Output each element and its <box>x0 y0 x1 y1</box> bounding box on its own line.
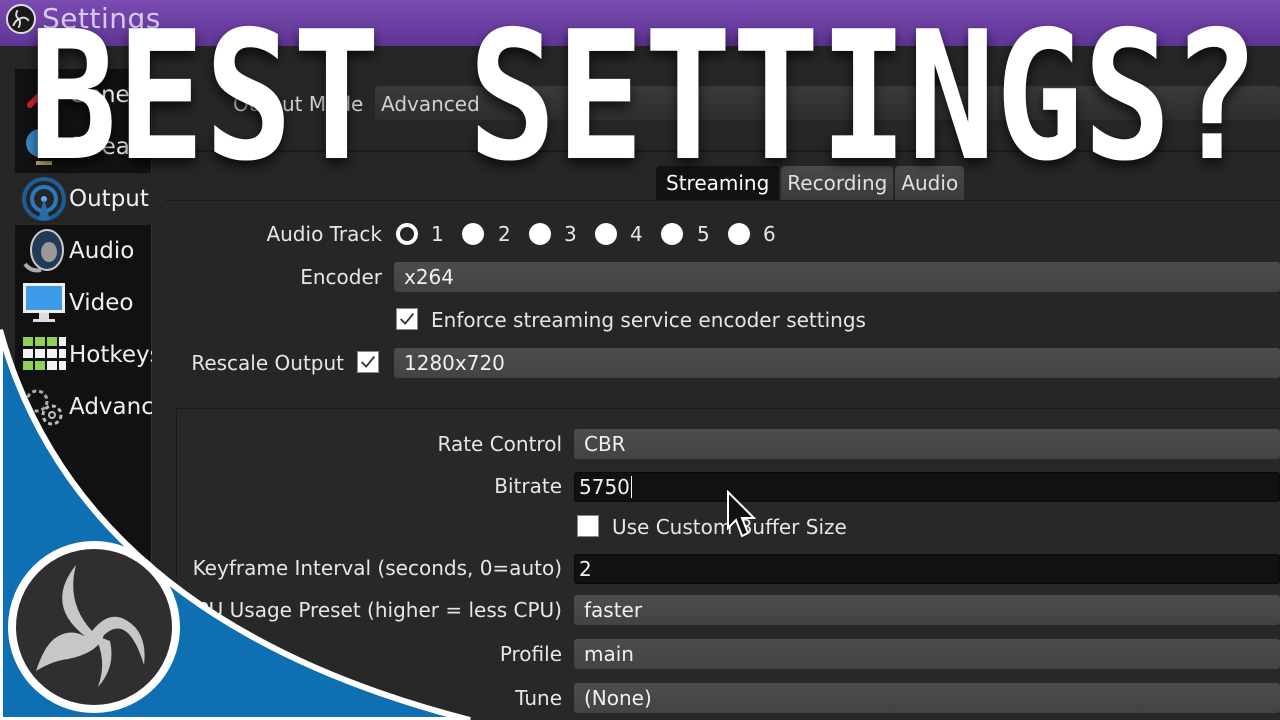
profile-label: Profile <box>499 642 562 666</box>
text-caret <box>630 476 632 498</box>
keyframe-interval-input[interactable]: 2 <box>574 554 1280 584</box>
rescale-resolution-select[interactable]: 1280x720 <box>394 348 1280 378</box>
sidebar-item-audio[interactable]: Audio <box>15 225 152 277</box>
sidebar-item-video[interactable]: Video <box>15 277 152 329</box>
keyframe-interval-value: 2 <box>579 557 592 581</box>
bitrate-input[interactable]: 5750 <box>574 472 1280 502</box>
tab-streaming[interactable]: Streaming <box>656 166 780 200</box>
rescale-output-label: Rescale Output <box>191 351 344 375</box>
sidebar-item-label: Video <box>69 290 134 316</box>
audio-track-option-label: 2 <box>498 222 511 246</box>
gears-icon <box>19 384 69 430</box>
output-mode-select[interactable]: Advanced <box>375 86 1280 120</box>
obs-app-icon <box>6 4 36 34</box>
tab-audio[interactable]: Audio <box>895 166 965 200</box>
output-tabs: Streaming Recording Audio <box>656 166 966 200</box>
tab-recording[interactable]: Recording <box>781 166 894 200</box>
output-mode-label: Output Mode <box>233 92 364 116</box>
window-title: Settings <box>42 2 161 35</box>
mouse-cursor-icon <box>726 489 757 542</box>
audio-track-radio-4[interactable] <box>595 223 617 245</box>
output-mode-value: Advanced <box>381 92 480 116</box>
sidebar-item-label: Stream <box>69 134 152 160</box>
enforce-settings-label: Enforce streaming service encoder settin… <box>431 308 866 332</box>
audio-track-option-label: 3 <box>564 222 577 246</box>
audio-track-option-label: 6 <box>763 222 776 246</box>
cpu-preset-label: CPU Usage Preset (higher = less CPU) <box>182 598 562 622</box>
audio-track-option-label: 5 <box>697 222 710 246</box>
rate-control-value: CBR <box>584 432 626 456</box>
enforce-settings-checkbox[interactable] <box>396 308 418 330</box>
speaker-icon <box>19 228 69 274</box>
divider <box>165 150 1280 152</box>
audio-track-radio-5[interactable] <box>661 223 683 245</box>
encoder-label: Encoder <box>300 265 382 289</box>
keyframe-interval-label: Keyframe Interval (seconds, 0=auto) <box>192 556 562 580</box>
audio-track-option-label: 4 <box>630 222 643 246</box>
obs-logo-icon <box>36 565 145 687</box>
rate-control-select[interactable]: CBR <box>574 429 1280 459</box>
antenna-icon <box>19 176 69 222</box>
encoder-select[interactable]: x264 <box>394 262 1280 292</box>
sidebar-item-hotkeys[interactable]: Hotkeys <box>15 329 152 381</box>
output-mode-row: Output Mode Advanced <box>165 86 1280 122</box>
tab-underline <box>165 200 1280 201</box>
rescale-output-checkbox[interactable] <box>357 351 379 373</box>
globe-icon <box>19 124 69 170</box>
sidebar-item-label: Output <box>69 186 149 212</box>
sidebar-item-label: Hotkeys <box>69 342 152 368</box>
bitrate-value: 5750 <box>579 475 630 499</box>
tune-select[interactable]: (None) <box>574 683 1280 713</box>
sidebar-item-general[interactable]: General <box>15 69 152 121</box>
rescale-resolution-value: 1280x720 <box>404 351 505 375</box>
title-bar: Settings <box>0 0 1280 46</box>
custom-buffer-checkbox[interactable] <box>577 515 599 537</box>
general-icon <box>19 72 69 118</box>
tune-value: (None) <box>584 686 652 710</box>
settings-window: General Stream Output Audio Video Hotkey… <box>0 46 1280 720</box>
audio-track-radio-3[interactable] <box>529 223 551 245</box>
sidebar-item-label: General <box>69 82 152 108</box>
bitrate-label: Bitrate <box>494 474 562 498</box>
audio-track-radio-1[interactable] <box>396 223 418 245</box>
sidebar-item-advanced[interactable]: Advanced <box>15 381 152 433</box>
monitor-icon <box>19 280 69 326</box>
obs-logo <box>8 541 180 713</box>
audio-track-radio-6[interactable] <box>728 223 750 245</box>
sidebar-item-stream[interactable]: Stream <box>15 121 152 173</box>
audio-track-radio-2[interactable] <box>462 223 484 245</box>
sidebar-item-label: Audio <box>69 238 135 264</box>
cpu-preset-value: faster <box>584 598 643 622</box>
audio-track-label: Audio Track <box>266 222 382 246</box>
profile-value: main <box>584 642 634 666</box>
encoder-value: x264 <box>404 265 455 289</box>
profile-select[interactable]: main <box>574 639 1280 669</box>
rate-control-label: Rate Control <box>437 432 562 456</box>
audio-track-option-label: 1 <box>431 222 444 246</box>
cpu-preset-select[interactable]: faster <box>574 595 1280 625</box>
sidebar-item-output[interactable]: Output <box>15 173 152 225</box>
sidebar-item-label: Advanced <box>69 394 152 420</box>
tune-label: Tune <box>515 686 562 710</box>
keyboard-icon <box>19 332 69 378</box>
